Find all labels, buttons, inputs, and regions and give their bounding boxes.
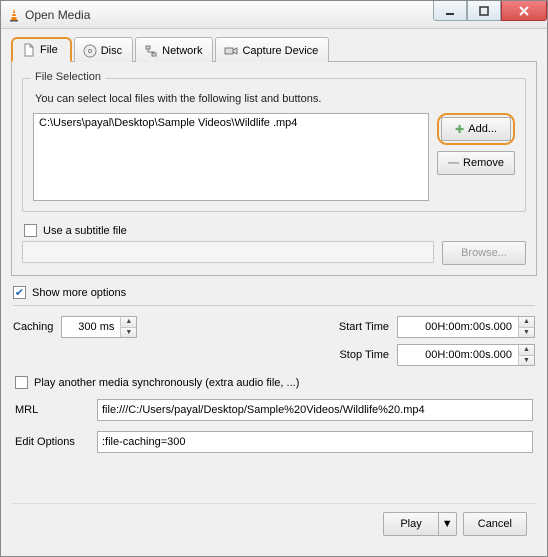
start-time-spinner[interactable]: 00H:00m:00s.000 ▲▼ <box>397 316 535 338</box>
play-split-button: Play ▼ <box>383 512 456 536</box>
mrl-label: MRL <box>15 404 89 416</box>
subtitle-checkbox[interactable] <box>24 224 37 237</box>
button-label: Play <box>400 518 421 530</box>
caching-spinner[interactable]: 300 ms ▲▼ <box>61 316 137 338</box>
tab-file[interactable]: File <box>11 37 72 62</box>
file-hint: You can select local files with the foll… <box>35 93 515 105</box>
list-item[interactable]: C:\Users\payal\Desktop\Sample Videos\Wil… <box>36 116 426 130</box>
tab-page-file: File Selection You can select local file… <box>11 61 537 276</box>
file-icon <box>22 43 36 57</box>
disc-icon <box>83 44 97 58</box>
file-selection-group: File Selection You can select local file… <box>22 78 526 212</box>
play-dropdown[interactable]: ▼ <box>439 512 457 536</box>
show-more-checkbox[interactable]: ✔ <box>13 286 26 299</box>
stop-time-value: 00H:00m:00s.000 <box>398 345 518 365</box>
edit-options-label: Edit Options <box>15 436 89 448</box>
tab-label: File <box>40 44 58 56</box>
stop-time-label: Stop Time <box>339 349 389 361</box>
button-label: Remove <box>463 157 504 169</box>
button-label: Add... <box>468 123 497 135</box>
spin-down-icon[interactable]: ▼ <box>519 356 534 366</box>
chevron-down-icon: ▼ <box>442 518 453 530</box>
maximize-button[interactable] <box>467 1 501 21</box>
close-button[interactable] <box>501 1 547 21</box>
show-more-row: ✔ Show more options <box>13 286 535 299</box>
start-time-label: Start Time <box>339 321 389 333</box>
cancel-button[interactable]: Cancel <box>463 512 527 536</box>
window-controls <box>433 1 547 21</box>
capture-icon <box>224 44 238 58</box>
remove-button[interactable]: — Remove <box>437 151 515 175</box>
minimize-button[interactable] <box>433 1 467 21</box>
file-list[interactable]: C:\Users\payal\Desktop\Sample Videos\Wil… <box>33 113 429 201</box>
play-button[interactable]: Play <box>383 512 438 536</box>
tab-disc[interactable]: Disc <box>74 37 133 62</box>
tab-capture[interactable]: Capture Device <box>215 37 329 62</box>
play-another-checkbox[interactable] <box>15 376 28 389</box>
mrl-field[interactable]: file:///C:/Users/payal/Desktop/Sample%20… <box>97 399 533 421</box>
tab-bar: File Disc Network Capture Device <box>11 37 537 62</box>
caching-label: Caching <box>13 321 53 333</box>
play-another-label: Play another media synchronously (extra … <box>34 377 299 389</box>
subtitle-label: Use a subtitle file <box>43 225 127 237</box>
edit-options-value: :file-caching=300 <box>102 436 185 448</box>
title-bar: Open Media <box>1 1 547 29</box>
spin-up-icon[interactable]: ▲ <box>121 317 136 328</box>
spin-up-icon[interactable]: ▲ <box>519 345 534 356</box>
tab-network[interactable]: Network <box>135 37 213 62</box>
tab-label: Disc <box>101 45 122 57</box>
button-label: Cancel <box>478 518 512 530</box>
stop-time-spinner[interactable]: 00H:00m:00s.000 ▲▼ <box>397 344 535 366</box>
edit-options-field[interactable]: :file-caching=300 <box>97 431 533 453</box>
subtitle-path-field <box>22 241 434 263</box>
add-button[interactable]: ✚ Add... <box>441 117 511 141</box>
group-legend: File Selection <box>31 71 105 83</box>
add-highlight: ✚ Add... <box>437 113 515 145</box>
tab-label: Capture Device <box>242 45 318 57</box>
dialog-footer: Play ▼ Cancel <box>11 503 537 546</box>
spin-down-icon[interactable]: ▼ <box>519 328 534 338</box>
play-another-row: Play another media synchronously (extra … <box>15 376 535 389</box>
minus-icon: — <box>448 157 459 169</box>
subtitle-check-row: Use a subtitle file <box>24 224 526 237</box>
start-time-value: 00H:00m:00s.000 <box>398 317 518 337</box>
advanced-options: Caching 300 ms ▲▼ Start Time 00H:00m:00s… <box>13 305 535 459</box>
plus-icon: ✚ <box>455 123 464 136</box>
network-icon <box>144 44 158 58</box>
app-icon <box>7 8 21 22</box>
mrl-value: file:///C:/Users/payal/Desktop/Sample%20… <box>102 404 425 416</box>
window-title: Open Media <box>25 8 90 22</box>
spin-down-icon[interactable]: ▼ <box>121 328 136 338</box>
spin-up-icon[interactable]: ▲ <box>519 317 534 328</box>
button-label: Browse... <box>461 247 507 259</box>
check-icon: ✔ <box>15 286 24 299</box>
browse-button: Browse... <box>442 241 526 265</box>
tab-label: Network <box>162 45 202 57</box>
caching-value: 300 ms <box>62 317 120 337</box>
open-media-window: Open Media File Disc Network Capture Dev <box>0 0 548 557</box>
show-more-label: Show more options <box>32 287 126 299</box>
